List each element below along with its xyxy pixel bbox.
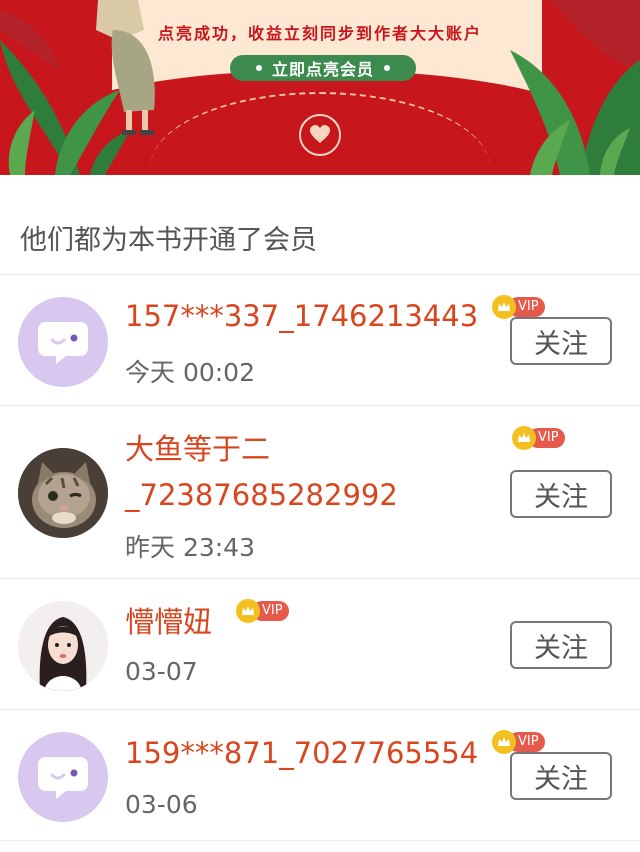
member-row[interactable]: 157***337_1746213443 VIP 今天 00:02 关注 — [0, 275, 640, 406]
bullet-icon — [255, 65, 262, 71]
crown-icon — [512, 426, 536, 450]
crown-icon — [492, 295, 516, 319]
vip-badge: VIP — [236, 599, 289, 623]
girl-photo-icon — [18, 601, 108, 691]
crown-icon — [492, 730, 516, 754]
member-row[interactable]: 大鱼等于二 _72387685282992 VIP 昨天 23:43 关注 — [0, 406, 640, 579]
vip-badge: VIP — [512, 426, 565, 450]
chat-bubble-icon — [38, 757, 88, 799]
vip-badge: VIP — [492, 295, 545, 319]
avatar[interactable] — [18, 601, 108, 691]
avatar[interactable] — [18, 297, 108, 387]
banner-notice: 点亮成功，收益立刻同步到作者大大账户 — [157, 24, 482, 43]
member-name[interactable]: 157***337_1746213443 — [125, 297, 478, 335]
heart-seal-icon — [299, 114, 341, 156]
follow-button[interactable]: 关注 — [510, 752, 612, 800]
member-name-line1[interactable]: 大鱼等于二 — [125, 430, 270, 468]
bullet-icon — [384, 65, 390, 71]
member-time: 昨天 23:43 — [125, 533, 255, 562]
vip-badge: VIP — [492, 730, 545, 754]
section-title: 他们都为本书开通了会员 — [20, 225, 317, 256]
member-time: 03-07 — [125, 657, 198, 686]
member-name[interactable]: 懵懵妞 — [125, 603, 212, 641]
activate-membership-button[interactable]: 立即点亮会员 — [230, 55, 416, 81]
promo-banner: 点亮成功，收益立刻同步到作者大大账户 立即点亮会员 — [0, 0, 640, 175]
member-name-line2[interactable]: _72387685282992 — [125, 476, 398, 514]
member-time: 今天 00:02 — [125, 358, 255, 387]
member-row[interactable]: 159***871_7027765554 VIP 03-06 关注 — [0, 710, 640, 841]
follow-button[interactable]: 关注 — [510, 470, 612, 518]
avatar[interactable] — [18, 732, 108, 822]
member-time: 03-06 — [125, 790, 198, 819]
follow-button[interactable]: 关注 — [510, 317, 612, 365]
member-name[interactable]: 159***871_7027765554 — [125, 734, 478, 772]
follow-button[interactable]: 关注 — [510, 621, 612, 669]
avatar[interactable] — [18, 448, 108, 538]
member-row[interactable]: 懵懵妞 VIP 03-07 关注 — [0, 579, 640, 710]
crown-icon — [236, 599, 260, 623]
activate-membership-label: 立即点亮会员 — [271, 60, 374, 79]
chat-bubble-icon — [38, 322, 88, 364]
cat-photo-icon — [18, 448, 108, 538]
